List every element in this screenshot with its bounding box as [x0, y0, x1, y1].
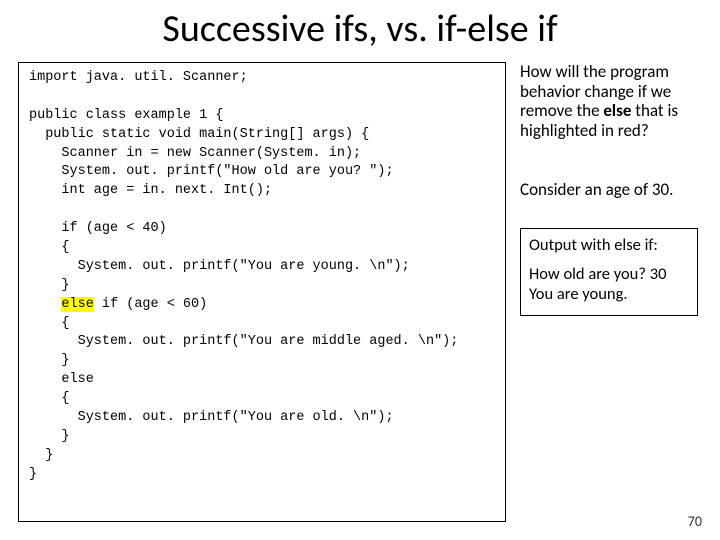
highlighted-else: else [61, 297, 93, 312]
code-line: public class example 1 { [29, 108, 223, 123]
code-line: System. out. printf("You are middle aged… [29, 334, 458, 349]
output-box: Output with else if: How old are you? 30… [520, 228, 698, 316]
code-line: { [29, 240, 70, 255]
code-line: } [29, 353, 70, 368]
code-line: } [29, 278, 70, 293]
code-line: public static void main(String[] args) { [29, 127, 369, 142]
output-line: How old are you? 30 [529, 264, 689, 285]
question-text: How will the program behavior change if … [520, 62, 708, 140]
page-number: 70 [688, 513, 702, 530]
code-line: { [29, 316, 70, 331]
code-line: System. out. printf("You are old. \n"); [29, 410, 394, 425]
code-line: import java. util. Scanner; [29, 70, 248, 85]
code-line: if (age < 40) [29, 221, 167, 236]
spacer [529, 256, 689, 264]
code-line: } [29, 448, 53, 463]
code-line: else [29, 372, 94, 387]
output-line: You are young. [529, 284, 689, 305]
code-box: import java. util. Scanner; public class… [18, 62, 506, 522]
code-line: { [29, 391, 70, 406]
output-heading: Output with else if: [529, 235, 689, 256]
code-line: int age = in. next. Int(); [29, 183, 272, 198]
code-line: } [29, 429, 70, 444]
question-bold-else: else [603, 100, 631, 121]
code-line: Scanner in = new Scanner(System. in); [29, 146, 361, 161]
code-line: System. out. printf("How old are you? ")… [29, 164, 394, 179]
code-line-pre [29, 297, 61, 312]
code-line: System. out. printf("You are young. \n")… [29, 259, 410, 274]
code-line: } [29, 467, 37, 482]
slide-title: Successive ifs, vs. if-else if [0, 0, 720, 52]
code-line-post: if (age < 60) [94, 297, 207, 312]
consider-text: Consider an age of 30. [520, 180, 708, 200]
slide: Successive ifs, vs. if-else if import ja… [0, 0, 720, 540]
